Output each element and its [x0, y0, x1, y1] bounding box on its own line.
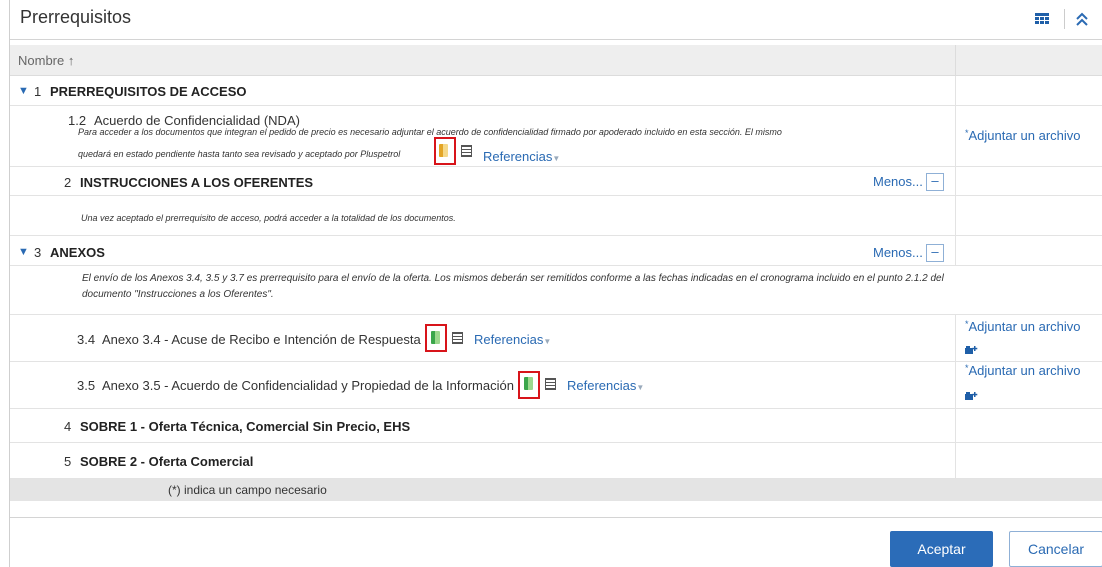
panel-header: Prerrequisitos — [10, 0, 1102, 40]
row-divider — [955, 443, 956, 478]
attach-file-link[interactable]: *Adjuntar un archivo — [965, 128, 1081, 143]
accept-button[interactable]: Aceptar — [890, 531, 993, 567]
row-description: Una vez aceptado el prerrequisito de acc… — [81, 213, 456, 223]
table-row-1: ▼ 1 PRERREQUISITOS DE ACCESO — [10, 76, 1102, 106]
table-row-2-description: Una vez aceptado el prerrequisito de acc… — [10, 196, 1102, 236]
row-number: 5 — [64, 454, 72, 469]
table-row-2: 2 INSTRUCCIONES A LOS OFERENTES Menos...… — [10, 167, 1102, 196]
collapse-button[interactable]: – — [926, 244, 944, 262]
row-divider — [955, 236, 956, 265]
row-divider — [955, 409, 956, 442]
table-row-1-2: 1.2 Acuerdo de Confidencialidad (NDA) Pa… — [10, 106, 1102, 167]
row-title: SOBRE 2 - Oferta Comercial — [80, 454, 254, 469]
expand-triangle-icon[interactable]: ▼ — [18, 246, 29, 258]
row-divider — [955, 315, 956, 361]
caret-down-icon: ▼ — [543, 337, 552, 346]
table-row-3-5: 3.5 Anexo 3.5 - Acuerdo de Confidenciali… — [10, 362, 1102, 409]
header-divider — [1064, 9, 1065, 29]
row-number: 1 — [34, 84, 42, 99]
required-field-note: (*) indica un campo necesario — [10, 479, 1102, 501]
calculator-icon[interactable] — [461, 145, 472, 157]
calculator-icon[interactable] — [545, 378, 556, 390]
collapse-button[interactable]: – — [926, 173, 944, 191]
grid-icon[interactable] — [1035, 13, 1049, 25]
references-label: Referencias — [474, 332, 544, 347]
row-description-line1: El envío de los Anexos 3.4, 3.5 y 3.7 es… — [82, 273, 944, 284]
required-note-text: (*) indica un campo necesario — [168, 483, 327, 497]
row-number: 2 — [64, 175, 72, 190]
less-link[interactable]: Menos... — [873, 245, 923, 260]
less-link[interactable]: Menos... — [873, 174, 923, 189]
caret-down-icon: ▼ — [636, 383, 645, 392]
add-participant-icon[interactable] — [965, 345, 979, 355]
attach-file-link[interactable]: *Adjuntar un archivo — [965, 319, 1081, 334]
document-status-icon[interactable] — [524, 377, 533, 390]
row-title: INSTRUCCIONES A LOS OFERENTES — [80, 175, 314, 190]
references-label: Referencias — [483, 149, 553, 164]
row-title: PRERREQUISITOS DE ACCESO — [50, 84, 247, 99]
row-divider — [955, 362, 956, 408]
row-title: ANEXOS — [50, 245, 105, 260]
document-status-icon[interactable] — [439, 144, 448, 157]
table-row-3: ▼ 3 ANEXOS Menos... – — [10, 236, 1102, 266]
column-name-sort[interactable]: Nombre ↑ — [18, 53, 74, 68]
row-divider — [955, 76, 956, 105]
row-description-line2: documento "Instrucciones a los Oferentes… — [82, 289, 274, 300]
references-label: Referencias — [567, 378, 637, 393]
column-divider — [955, 45, 956, 76]
references-link[interactable]: Referencias▼ — [483, 149, 560, 164]
row-title: Anexo 3.4 - Acuse de Recibo e Intención … — [102, 332, 421, 347]
row-divider — [955, 167, 956, 195]
cancel-button[interactable]: Cancelar — [1009, 531, 1102, 567]
table-row-4: 4 SOBRE 1 - Oferta Técnica, Comercial Si… — [10, 409, 1102, 443]
attach-label: Adjuntar un archivo — [968, 363, 1081, 378]
attach-label: Adjuntar un archivo — [968, 128, 1081, 143]
references-link[interactable]: Referencias▼ — [474, 332, 551, 347]
add-participant-icon[interactable] — [965, 391, 979, 401]
row-divider — [955, 196, 956, 235]
row-description-line1: Para acceder a los documentos que integr… — [78, 127, 782, 137]
row-number: 4 — [64, 419, 72, 434]
table-row-3-4: 3.4 Anexo 3.4 - Acuse de Recibo e Intenc… — [10, 315, 1102, 362]
row-number: 3 — [34, 245, 42, 260]
page-title: Prerrequisitos — [20, 7, 132, 27]
references-link[interactable]: Referencias▼ — [567, 378, 644, 393]
document-status-icon[interactable] — [431, 331, 440, 344]
prerequisites-panel: Prerrequisitos Nombre ↑ ▼ 1 PRERREQUISIT… — [9, 0, 1102, 567]
attach-file-link[interactable]: *Adjuntar un archivo — [965, 363, 1081, 378]
footer-divider — [10, 517, 1102, 518]
row-title: SOBRE 1 - Oferta Técnica, Comercial Sin … — [80, 419, 411, 434]
row-number: 3.4 — [77, 332, 96, 347]
table-row-5: 5 SOBRE 2 - Oferta Comercial — [10, 443, 1102, 479]
double-chevron-up-icon[interactable] — [1074, 10, 1090, 28]
expand-triangle-icon[interactable]: ▼ — [18, 85, 29, 97]
row-number: 3.5 — [77, 378, 96, 393]
attach-label: Adjuntar un archivo — [968, 319, 1081, 334]
row-description-line2: quedará en estado pendiente hasta tanto … — [78, 149, 401, 159]
calculator-icon[interactable] — [452, 332, 463, 344]
column-header: Nombre ↑ — [10, 45, 1102, 76]
caret-down-icon: ▼ — [552, 154, 561, 163]
row-title: Anexo 3.5 - Acuerdo de Confidencialidad … — [102, 378, 514, 393]
row-divider — [955, 106, 956, 166]
table-row-3-description: El envío de los Anexos 3.4, 3.5 y 3.7 es… — [10, 266, 1102, 315]
